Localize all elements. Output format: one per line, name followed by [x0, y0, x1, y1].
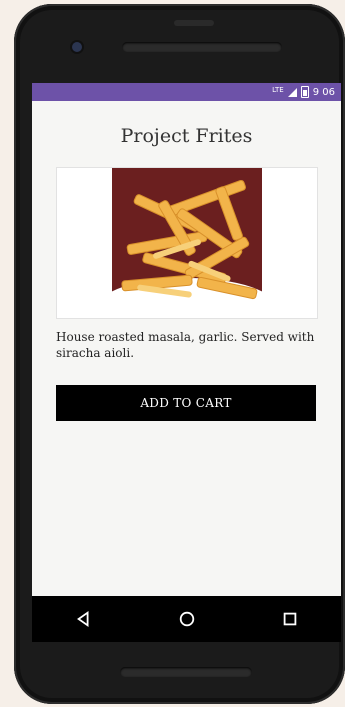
- android-navigation-bar: [32, 596, 341, 642]
- home-icon: [179, 611, 194, 627]
- home-button[interactable]: [169, 601, 205, 637]
- status-right: LTE 9 06: [272, 85, 335, 99]
- lte-label: LTE: [272, 85, 284, 94]
- fries-image: [112, 168, 262, 318]
- front-camera: [72, 42, 82, 52]
- proximity-sensor: [174, 20, 214, 26]
- bottom-speaker: [120, 667, 252, 677]
- back-button[interactable]: [66, 601, 102, 637]
- app-screen: LTE 9 06 Project Frites House roasted ma…: [32, 83, 341, 629]
- recents-icon: [283, 612, 296, 626]
- fries-illustration: [112, 168, 262, 318]
- add-to-cart-button[interactable]: ADD TO CART: [56, 385, 316, 421]
- signal-icon: [287, 87, 297, 97]
- product-title: Project Frites: [120, 125, 253, 147]
- recents-button[interactable]: [272, 601, 308, 637]
- status-time: 9 06: [312, 86, 335, 98]
- earpiece-speaker: [122, 42, 282, 52]
- battery-icon: [300, 86, 309, 98]
- status-bar: LTE 9 06: [32, 83, 341, 101]
- product-description: House roasted masala, garlic. Served wit…: [56, 330, 315, 360]
- back-icon: [76, 610, 88, 628]
- product-image-card: [56, 167, 318, 319]
